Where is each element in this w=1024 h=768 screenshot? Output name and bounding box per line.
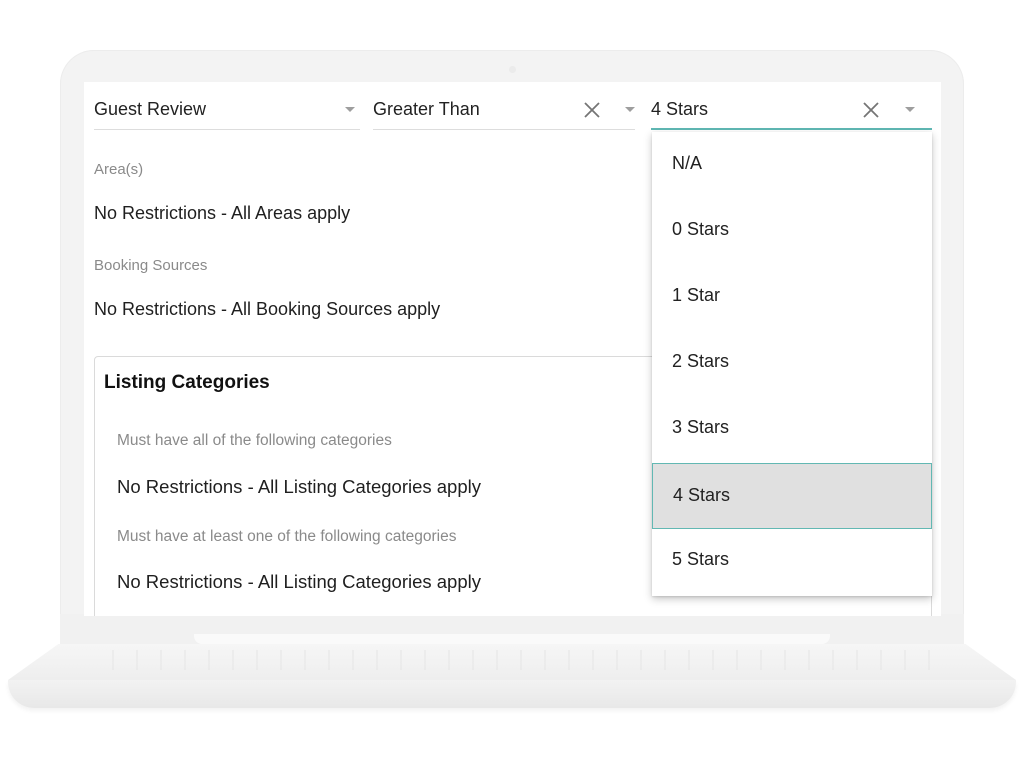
dropdown-option-na[interactable]: N/A (652, 132, 932, 198)
option-label: 2 Stars (672, 351, 730, 371)
value-select-active-underline (651, 128, 932, 130)
booking-sources-label: Booking Sources (94, 257, 208, 274)
app-screen: Guest Review Greater Than 4 Stars Area(s… (84, 82, 941, 616)
option-label: 5 Stars (672, 549, 730, 569)
laptop-front-edge (8, 680, 1016, 708)
filter-row: Guest Review Greater Than 4 Stars (84, 82, 941, 130)
dropdown-option-0-stars[interactable]: 0 Stars (652, 198, 932, 264)
rating-dropdown-menu: N/A 0 Stars 1 Star 2 Stars 3 Stars 4 Sta… (652, 132, 932, 596)
laptop-hinge (194, 634, 830, 644)
dropdown-option-2-stars[interactable]: 2 Stars (652, 330, 932, 396)
chevron-down-icon[interactable] (345, 107, 355, 112)
dropdown-option-1-star[interactable]: 1 Star (652, 264, 932, 330)
option-label: 4 Stars (673, 485, 731, 505)
field-select-value[interactable]: Guest Review (94, 99, 206, 120)
chevron-down-icon[interactable] (625, 107, 635, 112)
must-have-all-label: Must have all of the following categorie… (117, 432, 392, 449)
close-icon[interactable] (582, 100, 602, 120)
at-least-one-value: No Restrictions - All Listing Categories… (117, 571, 481, 592)
must-have-all-value: No Restrictions - All Listing Categories… (117, 476, 481, 497)
areas-label: Area(s) (94, 161, 144, 178)
booking-sources-value: No Restrictions - All Booking Sources ap… (94, 299, 441, 319)
dropdown-option-5-stars[interactable]: 5 Stars (652, 528, 932, 594)
operator-select-underline (373, 129, 635, 130)
laptop-camera (509, 66, 516, 73)
areas-value: No Restrictions - All Areas apply (94, 203, 351, 223)
dropdown-option-4-stars[interactable]: 4 Stars (652, 463, 932, 529)
dropdown-option-3-stars[interactable]: 3 Stars (652, 396, 932, 462)
option-label: 0 Stars (672, 219, 730, 239)
at-least-one-label: Must have at least one of the following … (117, 528, 457, 545)
option-label: 1 Star (672, 285, 721, 305)
laptop-keys (90, 650, 934, 670)
close-icon[interactable] (861, 100, 881, 120)
value-select-value[interactable]: 4 Stars (651, 99, 708, 120)
listing-categories-title: Listing Categories (104, 372, 270, 393)
chevron-down-icon[interactable] (905, 107, 915, 112)
option-label: N/A (672, 153, 703, 173)
operator-select-value[interactable]: Greater Than (373, 99, 480, 120)
field-select-underline (94, 129, 360, 130)
option-label: 3 Stars (672, 417, 730, 437)
